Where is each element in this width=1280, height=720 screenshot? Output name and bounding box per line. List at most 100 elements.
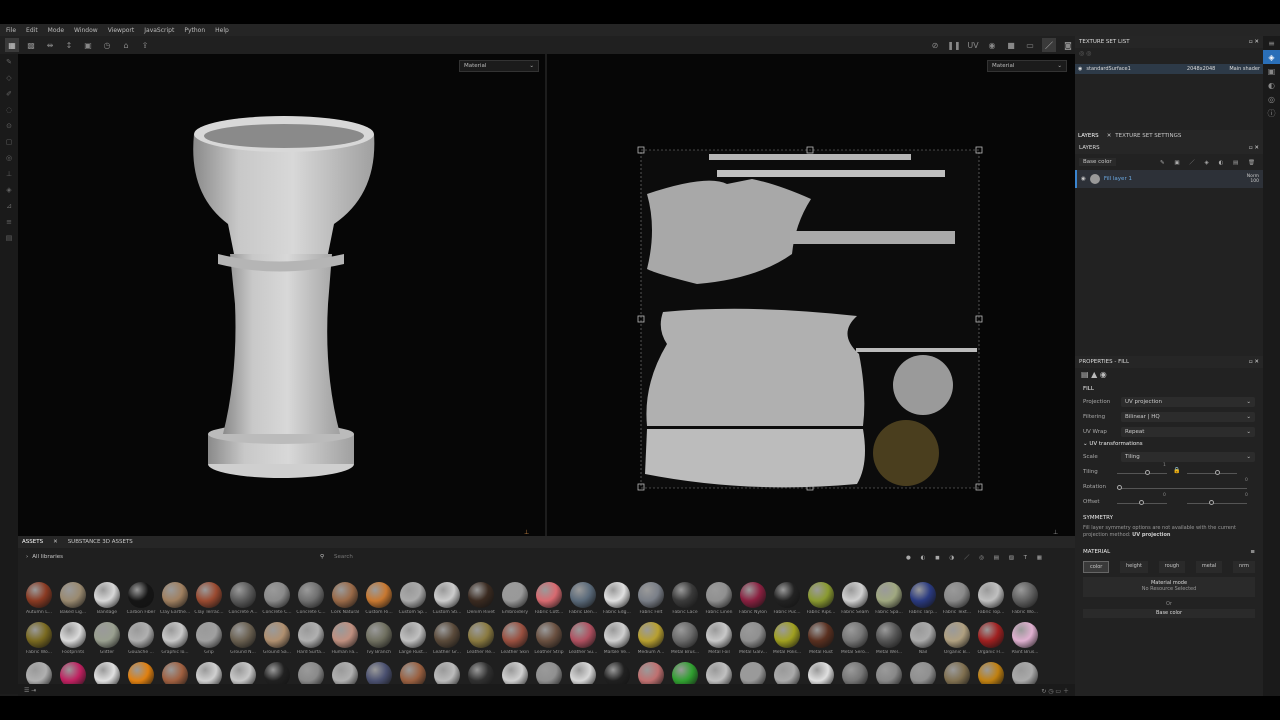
material-swatch[interactable]: Glitter [90, 622, 124, 662]
grid-icon[interactable]: ▦ [5, 38, 19, 52]
material-swatch[interactable]: Metal Wel... [872, 622, 906, 662]
material-swatch[interactable] [498, 662, 532, 702]
mirror-icon[interactable]: ⇹ [43, 38, 57, 52]
material-swatch[interactable]: Concrete C... [294, 582, 328, 622]
close-icon[interactable]: ✕ [1107, 133, 1112, 139]
export-icon[interactable]: ⇪ [138, 38, 152, 52]
material-swatch[interactable]: Medium A... [634, 622, 668, 662]
filtering-select[interactable]: Bilinear | HQ ⌄ [1121, 411, 1255, 422]
material-swatch[interactable] [668, 662, 702, 702]
material-swatch[interactable]: Embroidery [498, 582, 532, 622]
material-swatch[interactable]: Fabric Den... [566, 582, 600, 622]
eye-icon[interactable]: ◉ [1081, 176, 1086, 182]
menu-viewport[interactable]: Viewport [108, 27, 135, 34]
material-swatch[interactable]: Marble Ve... [600, 622, 634, 662]
menu-help[interactable]: Help [215, 27, 229, 34]
menu-file[interactable]: File [6, 27, 16, 34]
menu-mode[interactable]: Mode [48, 27, 64, 34]
material-swatch[interactable] [430, 662, 464, 702]
material-swatch[interactable]: Custom Sti... [430, 582, 464, 622]
material-swatch[interactable]: Leather Skin [498, 622, 532, 662]
material-swatch[interactable]: Fabric Tarp... [906, 582, 940, 622]
material-swatch[interactable]: Concrete C... [260, 582, 294, 622]
axis-icon[interactable]: ↕ [62, 38, 76, 52]
menu-python[interactable]: Python [184, 27, 205, 34]
environment-icon[interactable]: ◎ [1263, 92, 1280, 106]
material-swatch[interactable] [838, 662, 872, 702]
material-swatch[interactable] [56, 662, 90, 702]
material-swatch[interactable]: Fabric Edg... [600, 582, 634, 622]
material-swatch[interactable]: Fabric Wo... [1008, 582, 1042, 622]
pause-icon[interactable]: ❚❚ [947, 38, 961, 52]
material-swatch[interactable]: Bandage [90, 582, 124, 622]
eraser-tool-icon[interactable]: ◇ [0, 70, 18, 86]
material-swatch[interactable]: Fabric Wo... [22, 622, 56, 662]
uvwrap-select[interactable]: Repeat ⌄ [1121, 426, 1255, 437]
camera-tool-icon[interactable]: ▤ [0, 230, 18, 246]
material-swatch[interactable]: Metal Brus... [668, 622, 702, 662]
uv-icon[interactable]: UV [966, 38, 980, 52]
material-swatch[interactable] [532, 662, 566, 702]
material-swatch[interactable]: Ground Sa... [260, 622, 294, 662]
viewport-2d-uv[interactable]: Material ⌄ ⊥ [547, 54, 1075, 536]
frame-icon[interactable]: ▣ [81, 38, 95, 52]
filter-icons[interactable]: ● ◐ ◼ ◑ ／ ◎ ▤ ▨ T ▦ [906, 553, 1046, 561]
material-swatch[interactable]: Organic Fl... [974, 622, 1008, 662]
material-swatch[interactable]: Nail [906, 622, 940, 662]
paint-tool-icon[interactable]: ✎ [0, 54, 18, 70]
grid-dense-icon[interactable]: ▩ [24, 38, 38, 52]
material-swatch[interactable]: Graphic lo... [158, 622, 192, 662]
shader-settings-icon[interactable]: ◐ [1263, 78, 1280, 92]
material-swatch[interactable]: Leather Su... [566, 622, 600, 662]
material-swatch[interactable]: Fabric Top... [974, 582, 1008, 622]
material-swatch[interactable]: Footprints [56, 622, 90, 662]
annotation-tool-icon[interactable]: ≡ [0, 214, 18, 230]
material-swatch[interactable]: Fabric Spa... [872, 582, 906, 622]
material-swatch[interactable] [328, 662, 362, 702]
library-select[interactable]: All libraries [32, 554, 63, 560]
material-swatch[interactable]: Grip [192, 622, 226, 662]
base-color-button[interactable]: Base color [1083, 609, 1255, 618]
stamp-tool-icon[interactable]: ⊥ [0, 166, 18, 182]
material-swatch[interactable]: Custom Sp... [396, 582, 430, 622]
layer-row[interactable]: ◉ Fill layer 1 Norm 100 [1075, 170, 1263, 188]
material-swatch[interactable]: Metal Rust [804, 622, 838, 662]
properties-mode-icons[interactable]: ▤ ▲ ◉ [1075, 368, 1263, 384]
material-swatch[interactable]: Paint Brus... [1008, 622, 1042, 662]
smudge-tool-icon[interactable]: ◌ [0, 102, 18, 118]
channel-select[interactable]: Base color [1079, 158, 1116, 166]
brush-icon[interactable]: ／ [1042, 38, 1056, 52]
material-swatch[interactable]: Fabric Lace [668, 582, 702, 622]
material-swatch[interactable] [736, 662, 770, 702]
material-swatch[interactable]: Fabric Seam [838, 582, 872, 622]
close-icon[interactable]: ▫ ✕ [1249, 39, 1259, 45]
material-swatch[interactable]: Metal Galv... [736, 622, 770, 662]
viewport-3d[interactable]: Material ⌄ ⊥ [18, 54, 545, 536]
bake-icon[interactable]: ⌂ [119, 38, 133, 52]
tiling-slider[interactable]: Tiling 1 🔒 [1075, 463, 1263, 479]
material-swatch[interactable] [940, 662, 974, 702]
material-swatch[interactable] [872, 662, 906, 702]
tab-assets[interactable]: ASSETS [22, 539, 43, 545]
material-swatch[interactable]: Fabric Nylon [736, 582, 770, 622]
material-swatch[interactable] [1008, 662, 1042, 702]
material-swatch[interactable]: Denim Rivet [464, 582, 498, 622]
material-swatch[interactable]: Leather Re... [464, 622, 498, 662]
polyfill-tool-icon[interactable]: ▢ [0, 134, 18, 150]
material-swatch[interactable]: Organic B... [940, 622, 974, 662]
material-swatch[interactable]: Clay Terrac... [192, 582, 226, 622]
material-swatch[interactable] [600, 662, 634, 702]
clone-tool-icon[interactable]: ⊙ [0, 118, 18, 134]
menu-javascript[interactable]: JavaScript [144, 27, 174, 34]
tab-substance-assets[interactable]: SUBSTANCE 3D ASSETS [68, 539, 133, 545]
material-swatch[interactable] [770, 662, 804, 702]
channel-color[interactable]: color [1083, 561, 1110, 573]
material-swatch[interactable] [396, 662, 430, 702]
material-swatch[interactable] [294, 662, 328, 702]
lock-icon[interactable]: 🔒 [1173, 467, 1180, 474]
display-settings-icon[interactable]: ▣ [1263, 64, 1280, 78]
symmetry-icon[interactable]: ⊘ [928, 38, 942, 52]
menu-edit[interactable]: Edit [26, 27, 38, 34]
material-swatch[interactable]: Human Fa... [328, 622, 362, 662]
list-view-icon[interactable]: ☰ ⇥ [24, 687, 36, 694]
